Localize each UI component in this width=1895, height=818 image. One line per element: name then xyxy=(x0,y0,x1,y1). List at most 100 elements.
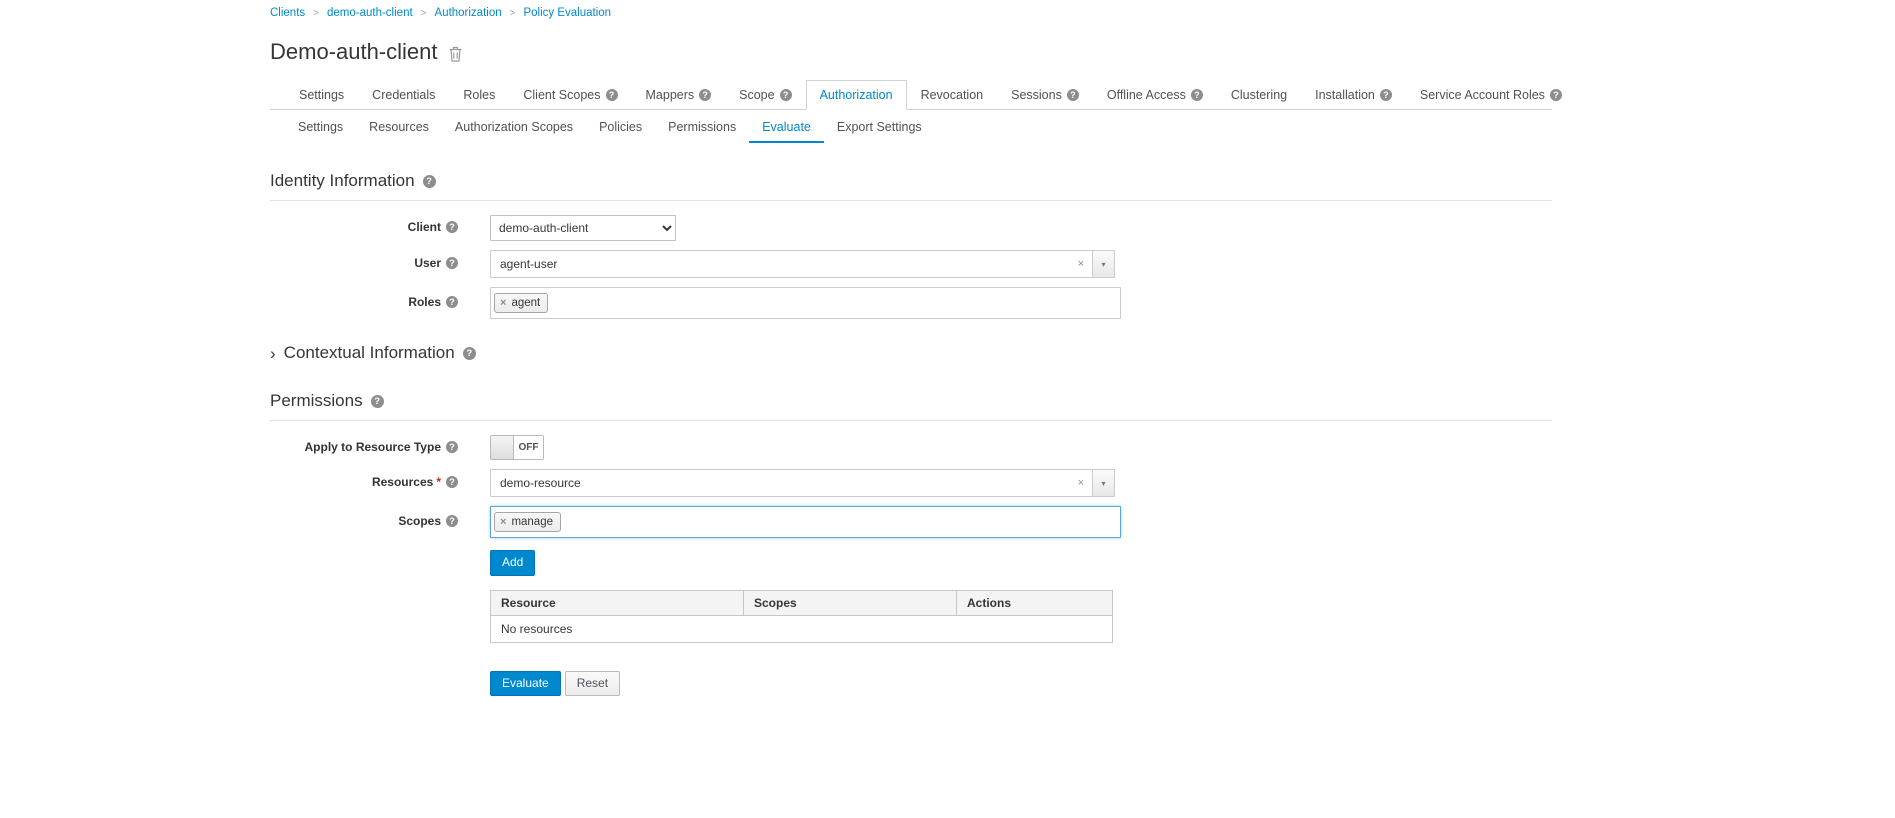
help-icon[interactable]: ? xyxy=(446,257,458,269)
subtab-evaluate[interactable]: Evaluate xyxy=(749,110,824,143)
subtab-export-settings[interactable]: Export Settings xyxy=(824,110,935,143)
main-tabs: Settings Credentials Roles Client Scopes… xyxy=(270,80,1552,110)
tab-label: Revocation xyxy=(921,88,984,102)
label-text: Apply to Resource Type xyxy=(305,440,441,454)
tab-label: Settings xyxy=(299,88,344,102)
tab-label: Roles xyxy=(463,88,495,102)
clear-icon[interactable]: × xyxy=(1070,470,1092,496)
subtab-authorization-scopes[interactable]: Authorization Scopes xyxy=(442,110,586,143)
breadcrumb-separator-icon: > xyxy=(421,8,427,19)
user-combobox: agent-user × ▾ xyxy=(490,250,1115,278)
user-label: User? xyxy=(270,256,458,272)
tab-settings[interactable]: Settings xyxy=(285,80,358,110)
subtab-resources[interactable]: Resources xyxy=(356,110,442,143)
help-icon[interactable]: ? xyxy=(423,175,436,188)
help-icon[interactable]: ? xyxy=(780,89,792,101)
tab-mappers[interactable]: Mappers? xyxy=(632,80,726,110)
breadcrumb-link-demo-auth-client[interactable]: demo-auth-client xyxy=(327,7,413,19)
authorization-sub-tabs: Settings Resources Authorization Scopes … xyxy=(270,110,1552,143)
empty-table-message: No resources xyxy=(491,615,1113,642)
tab-label: Mappers xyxy=(646,88,695,102)
tab-offline-access[interactable]: Offline Access? xyxy=(1093,80,1217,110)
breadcrumb-link-clients[interactable]: Clients xyxy=(270,7,305,19)
resources-label: Resources*? xyxy=(270,475,458,491)
chevron-right-icon: › xyxy=(270,345,276,362)
help-icon[interactable]: ? xyxy=(446,476,458,488)
help-icon[interactable]: ? xyxy=(606,89,618,101)
client-select[interactable]: demo-auth-client xyxy=(490,215,676,241)
tab-credentials[interactable]: Credentials xyxy=(358,80,449,110)
apply-to-resource-type-toggle[interactable]: OFF xyxy=(490,435,544,460)
add-button[interactable]: Add xyxy=(490,550,535,576)
clear-icon[interactable]: × xyxy=(1070,251,1092,277)
help-icon[interactable]: ? xyxy=(446,296,458,308)
section-title: Contextual Information xyxy=(284,343,455,363)
identity-information-heading: Identity Information ? xyxy=(270,171,1552,201)
tab-label: Clustering xyxy=(1231,88,1287,102)
tab-label: Client Scopes xyxy=(523,88,600,102)
subtab-policies[interactable]: Policies xyxy=(586,110,655,143)
help-icon[interactable]: ? xyxy=(1550,89,1562,101)
section-title: Identity Information xyxy=(270,171,415,191)
subtab-settings[interactable]: Settings xyxy=(285,110,356,143)
evaluate-button[interactable]: Evaluate xyxy=(490,671,561,697)
tab-authorization[interactable]: Authorization xyxy=(806,80,907,110)
identity-form: Client? demo-auth-client User? agent-use… xyxy=(270,215,1552,319)
policy-evaluation-page: Clients > demo-auth-client > Authorizati… xyxy=(270,0,1552,696)
help-icon[interactable]: ? xyxy=(1380,89,1392,101)
help-icon[interactable]: ? xyxy=(699,89,711,101)
help-icon[interactable]: ? xyxy=(446,515,458,527)
help-icon[interactable]: ? xyxy=(1067,89,1079,101)
tab-installation[interactable]: Installation? xyxy=(1301,80,1406,110)
section-title: Permissions xyxy=(270,391,363,411)
tab-label: Credentials xyxy=(372,88,435,102)
remove-tag-icon[interactable]: × xyxy=(500,517,506,528)
tab-revocation[interactable]: Revocation xyxy=(907,80,998,110)
tab-label: Installation xyxy=(1315,88,1375,102)
user-combobox-value[interactable]: agent-user xyxy=(491,251,1070,277)
tag-label: manage xyxy=(511,514,553,530)
toggle-handle xyxy=(491,436,514,459)
role-tag: × agent xyxy=(494,293,548,313)
tab-sessions[interactable]: Sessions? xyxy=(997,80,1093,110)
tab-service-account-roles[interactable]: Service Account Roles? xyxy=(1406,80,1576,110)
help-icon[interactable]: ? xyxy=(446,221,458,233)
tab-label: Offline Access xyxy=(1107,88,1186,102)
scopes-label: Scopes? xyxy=(270,514,458,530)
tab-label: Service Account Roles xyxy=(1420,88,1545,102)
resources-form-group: Resources*? demo-resource × ▾ xyxy=(270,469,1552,497)
breadcrumb: Clients > demo-auth-client > Authorizati… xyxy=(270,7,1552,19)
column-header-actions: Actions xyxy=(957,590,1113,615)
remove-tag-icon[interactable]: × xyxy=(500,298,506,309)
tag-label: agent xyxy=(511,295,540,311)
tab-clustering[interactable]: Clustering xyxy=(1217,80,1301,110)
scopes-tag-input[interactable]: × manage xyxy=(490,506,1121,538)
table-row: No resources xyxy=(491,615,1113,642)
resources-combobox: demo-resource × ▾ xyxy=(490,469,1115,497)
tab-scope[interactable]: Scope? xyxy=(725,80,805,110)
required-marker: * xyxy=(436,475,441,489)
tab-roles[interactable]: Roles xyxy=(449,80,509,110)
page-title-row: Demo-auth-client xyxy=(270,39,1552,65)
resources-dropdown-toggle[interactable]: ▾ xyxy=(1092,470,1114,496)
contextual-information-toggle[interactable]: › Contextual Information ? xyxy=(270,343,1552,363)
user-dropdown-toggle[interactable]: ▾ xyxy=(1092,251,1114,277)
resources-combobox-value[interactable]: demo-resource xyxy=(491,470,1070,496)
help-icon[interactable]: ? xyxy=(446,441,458,453)
subtab-permissions[interactable]: Permissions xyxy=(655,110,749,143)
help-icon[interactable]: ? xyxy=(371,395,384,408)
tab-label: Authorization xyxy=(820,88,893,102)
label-text: Resources xyxy=(372,475,433,489)
roles-form-group: Roles? × agent xyxy=(270,287,1552,319)
breadcrumb-link-authorization[interactable]: Authorization xyxy=(435,7,502,19)
apply-to-resource-type-label: Apply to Resource Type? xyxy=(270,440,458,456)
help-icon[interactable]: ? xyxy=(1191,89,1203,101)
help-icon[interactable]: ? xyxy=(463,347,476,360)
tab-client-scopes[interactable]: Client Scopes? xyxy=(509,80,631,110)
reset-button[interactable]: Reset xyxy=(565,671,620,697)
scope-tag: × manage xyxy=(494,512,561,532)
roles-tag-input[interactable]: × agent xyxy=(490,287,1121,319)
breadcrumb-link-policy-evaluation[interactable]: Policy Evaluation xyxy=(523,7,611,19)
delete-client-icon[interactable] xyxy=(448,46,463,62)
breadcrumb-separator-icon: > xyxy=(313,8,319,19)
